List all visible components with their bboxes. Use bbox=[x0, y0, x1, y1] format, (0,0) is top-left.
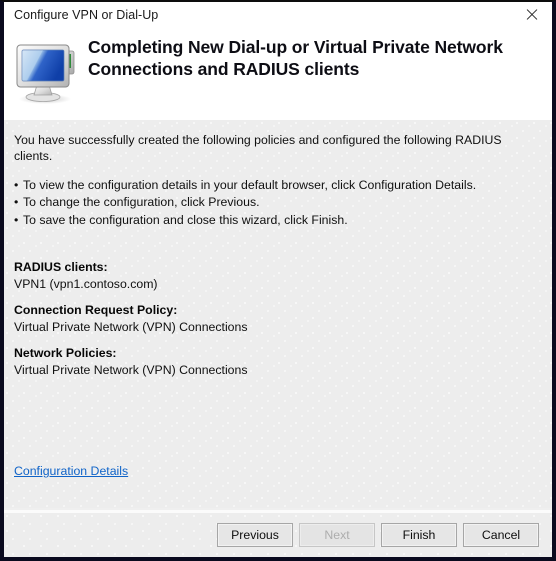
list-item-label: To save the configuration and close this… bbox=[23, 212, 348, 227]
close-icon bbox=[525, 8, 539, 22]
bullet-icon: • bbox=[14, 177, 19, 192]
summary-group-connection-request-policy: Connection Request Policy: Virtual Priva… bbox=[14, 302, 542, 336]
button-bar: Previous Next Finish Cancel bbox=[4, 513, 552, 557]
bullet-icon: • bbox=[14, 195, 19, 210]
bullet-icon: • bbox=[14, 212, 19, 227]
cancel-button[interactable]: Cancel bbox=[463, 523, 539, 547]
configuration-details-container: Configuration Details bbox=[14, 462, 128, 480]
list-item-label: To view the configuration details in you… bbox=[23, 177, 477, 192]
list-item: • To change the configuration, click Pre… bbox=[14, 194, 542, 211]
title-bar: Configure VPN or Dial-Up bbox=[4, 2, 552, 28]
bullet-list: • To view the configuration details in y… bbox=[14, 177, 542, 229]
next-button: Next bbox=[299, 523, 375, 547]
finish-button[interactable]: Finish bbox=[381, 523, 457, 547]
summary-value: Virtual Private Network (VPN) Connection… bbox=[14, 363, 248, 378]
summary-group-network-policies: Network Policies: Virtual Private Networ… bbox=[14, 345, 542, 379]
list-item: • To view the configuration details in y… bbox=[14, 177, 542, 194]
summary-section: RADIUS clients: VPN1 (vpn1.contoso.com) … bbox=[14, 259, 542, 379]
close-button[interactable] bbox=[512, 2, 552, 28]
summary-group-radius-clients: RADIUS clients: VPN1 (vpn1.contoso.com) bbox=[14, 259, 542, 293]
list-item-label: To change the configuration, click Previ… bbox=[23, 195, 260, 210]
summary-label: RADIUS clients: bbox=[14, 260, 108, 275]
page-title: Completing New Dial-up or Virtual Privat… bbox=[88, 37, 503, 80]
configuration-details-link[interactable]: Configuration Details bbox=[14, 464, 128, 478]
wizard-header: Completing New Dial-up or Virtual Privat… bbox=[4, 28, 552, 120]
wizard-body: You have successfully created the follow… bbox=[4, 120, 552, 508]
monitor-network-icon bbox=[12, 34, 88, 110]
wizard-window: Configure VPN or Dial-Up Completing New … bbox=[0, 0, 556, 561]
summary-value: Virtual Private Network (VPN) Connection… bbox=[14, 320, 248, 335]
summary-label: Network Policies: bbox=[14, 346, 117, 361]
summary-value: VPN1 (vpn1.contoso.com) bbox=[14, 277, 158, 292]
window-title: Configure VPN or Dial-Up bbox=[14, 8, 159, 22]
list-item: • To save the configuration and close th… bbox=[14, 212, 542, 229]
intro-text: You have successfully created the follow… bbox=[14, 133, 502, 163]
previous-button[interactable]: Previous bbox=[217, 523, 293, 547]
summary-label: Connection Request Policy: bbox=[14, 303, 178, 318]
